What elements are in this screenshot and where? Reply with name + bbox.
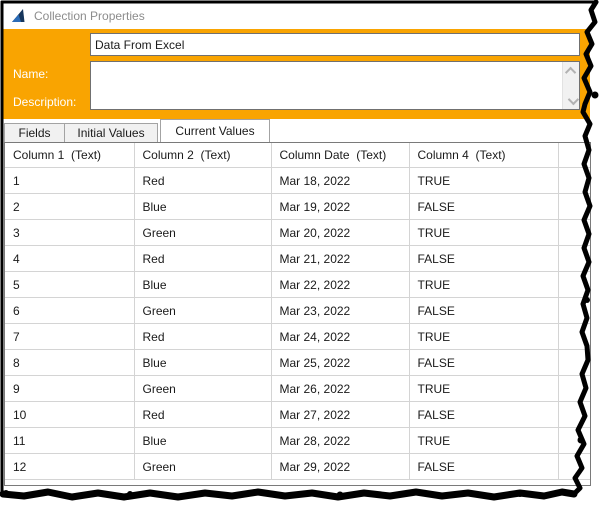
cell[interactable]: 8	[5, 349, 135, 376]
cell-empty	[558, 219, 590, 246]
grid-header-row: Column 1 (Text) Column 2 (Text) Column D…	[5, 143, 590, 168]
cell[interactable]: 1	[5, 167, 135, 194]
chevron-up-icon[interactable]	[563, 63, 580, 78]
cell[interactable]: Red	[134, 167, 272, 194]
cell[interactable]: Mar 25, 2022	[271, 349, 410, 376]
cell[interactable]: FALSE	[409, 401, 559, 428]
cell[interactable]: Mar 23, 2022	[271, 297, 410, 324]
table-row: 7 Red Mar 24, 2022 TRUE	[5, 323, 590, 350]
table-row: 9 Green Mar 26, 2022 TRUE	[5, 375, 590, 402]
cell[interactable]: TRUE	[409, 271, 559, 298]
cell[interactable]: 6	[5, 297, 135, 324]
table-row: 11 Blue Mar 28, 2022 TRUE	[5, 427, 590, 454]
cell-empty	[558, 193, 590, 220]
cell[interactable]: Mar 19, 2022	[271, 193, 410, 220]
cell-empty	[558, 401, 590, 428]
cell[interactable]: 7	[5, 323, 135, 350]
cell[interactable]: FALSE	[409, 453, 559, 480]
collection-arrow-icon	[12, 8, 25, 22]
cell[interactable]: FALSE	[409, 245, 559, 272]
cell[interactable]: Blue	[134, 271, 272, 298]
cell[interactable]: 5	[5, 271, 135, 298]
cell[interactable]: 12	[5, 453, 135, 480]
cell[interactable]: Red	[134, 323, 272, 350]
table-row: 5 Blue Mar 22, 2022 TRUE	[5, 271, 590, 298]
cell[interactable]: TRUE	[409, 375, 559, 402]
tab-initial-values[interactable]: Initial Values	[64, 123, 158, 142]
cell[interactable]: Mar 18, 2022	[271, 167, 410, 194]
cell[interactable]: Red	[134, 245, 272, 272]
cell[interactable]: Mar 24, 2022	[271, 323, 410, 350]
name-input[interactable]	[90, 33, 580, 56]
table-row: 10 Red Mar 27, 2022 FALSE	[5, 401, 590, 428]
cell-empty	[558, 453, 590, 480]
cell[interactable]: Green	[134, 453, 272, 480]
properties-form-panel: Name: Description:	[2, 29, 590, 119]
title-bar: Collection Properties	[2, 2, 592, 29]
column-header[interactable]: Column 2 (Text)	[134, 143, 272, 168]
cell[interactable]: 2	[5, 193, 135, 220]
cell[interactable]: TRUE	[409, 167, 559, 194]
cell-empty	[558, 375, 590, 402]
table-row: 12 Green Mar 29, 2022 FALSE	[5, 453, 590, 480]
cell-empty	[558, 297, 590, 324]
cell[interactable]: FALSE	[409, 349, 559, 376]
cell[interactable]: 4	[5, 245, 135, 272]
name-label: Name:	[13, 67, 49, 81]
column-header[interactable]: Column Date (Text)	[271, 143, 410, 168]
table-row: 1 Red Mar 18, 2022 TRUE	[5, 167, 590, 194]
values-grid: Column 1 (Text) Column 2 (Text) Column D…	[4, 142, 591, 486]
cell[interactable]: Blue	[134, 427, 272, 454]
cell[interactable]: Mar 28, 2022	[271, 427, 410, 454]
cell[interactable]: FALSE	[409, 193, 559, 220]
cell[interactable]: Red	[134, 401, 272, 428]
table-body: 1 Red Mar 18, 2022 TRUE 2 Blue Mar 19, 2…	[5, 167, 590, 480]
tab-fields[interactable]: Fields	[4, 123, 65, 142]
cell[interactable]: Blue	[134, 349, 272, 376]
cell-empty	[558, 349, 590, 376]
column-header[interactable]: Column 1 (Text)	[5, 143, 135, 168]
cell[interactable]: 3	[5, 219, 135, 246]
cell[interactable]: Green	[134, 219, 272, 246]
cell[interactable]: Green	[134, 375, 272, 402]
cell-empty	[558, 427, 590, 454]
table-row: 6 Green Mar 23, 2022 FALSE	[5, 297, 590, 324]
cell[interactable]: Green	[134, 297, 272, 324]
table-row: 3 Green Mar 20, 2022 TRUE	[5, 219, 590, 246]
table-row: 8 Blue Mar 25, 2022 FALSE	[5, 349, 590, 376]
cell[interactable]: TRUE	[409, 427, 559, 454]
cell-empty	[558, 245, 590, 272]
description-label: Description:	[13, 95, 77, 109]
cell[interactable]: 11	[5, 427, 135, 454]
cell[interactable]: FALSE	[409, 297, 559, 324]
cell-empty	[558, 167, 590, 194]
cell[interactable]: 9	[5, 375, 135, 402]
cell[interactable]: Mar 22, 2022	[271, 271, 410, 298]
cell[interactable]: TRUE	[409, 219, 559, 246]
cell[interactable]: Mar 26, 2022	[271, 375, 410, 402]
cell-empty	[558, 323, 590, 350]
tab-current-values[interactable]: Current Values	[160, 119, 270, 142]
cell-empty	[558, 271, 590, 298]
cell[interactable]: Mar 21, 2022	[271, 245, 410, 272]
table-row: 4 Red Mar 21, 2022 FALSE	[5, 245, 590, 272]
description-box	[90, 61, 580, 110]
cell[interactable]: Mar 29, 2022	[271, 453, 410, 480]
description-scrollbar[interactable]	[562, 62, 579, 109]
cell[interactable]: Blue	[134, 193, 272, 220]
cell[interactable]: TRUE	[409, 323, 559, 350]
cell[interactable]: Mar 27, 2022	[271, 401, 410, 428]
column-header[interactable]: Column 4 (Text)	[409, 143, 559, 168]
column-header-empty	[558, 143, 590, 168]
table-row: 2 Blue Mar 19, 2022 FALSE	[5, 193, 590, 220]
cell[interactable]: Mar 20, 2022	[271, 219, 410, 246]
collection-properties-dialog: Collection Properties Name: Description:…	[0, 0, 611, 507]
chevron-down-icon[interactable]	[563, 93, 580, 108]
description-input[interactable]	[91, 62, 562, 109]
cell[interactable]: 10	[5, 401, 135, 428]
window-title: Collection Properties	[34, 8, 145, 23]
